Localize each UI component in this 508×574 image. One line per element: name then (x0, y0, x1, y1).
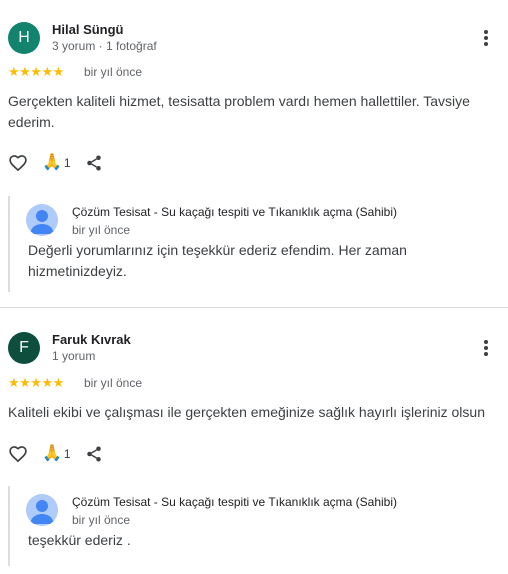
review-text: Gerçekten kaliteli hizmet, tesisatta pro… (8, 93, 470, 130)
share-icon (86, 155, 101, 171)
share-button[interactable] (85, 154, 103, 172)
share-icon (86, 446, 101, 462)
like-button[interactable] (8, 153, 28, 173)
pray-hands-icon: 🙏 (42, 445, 62, 462)
author-meta: 1 yorum (52, 349, 96, 363)
author-meta: 3 yorum · 1 fotoğraf (52, 39, 157, 53)
author-name[interactable]: Faruk Kıvrak (52, 332, 131, 347)
owner-avatar (26, 204, 58, 236)
review-actions: 🙏 1 (8, 151, 103, 175)
person-icon (30, 210, 54, 234)
avatar-letter: H (18, 29, 30, 46)
reply-date: bir yıl önce (72, 223, 131, 237)
avatar[interactable]: H (8, 22, 40, 54)
owner-reply: Çözüm Tesisat - Su kaçağı tespiti ve Tık… (8, 486, 500, 566)
heart-outline-icon (9, 446, 27, 463)
star-rating: ★★★★★ (8, 64, 64, 79)
star-rating: ★★★★★ (8, 375, 64, 390)
like-button[interactable] (8, 444, 28, 464)
thanks-count: 1 (63, 447, 71, 461)
review-date: bir yıl önce (84, 65, 143, 79)
thanks-button[interactable]: 🙏 1 (42, 154, 71, 172)
author-name[interactable]: Hilal Süngü (52, 22, 124, 37)
review-card: H Hilal Süngü 3 yorum · 1 fotoğraf ★★★★★… (0, 0, 508, 307)
review-text: Kaliteli ekibi ve çalışması ile gerçekte… (8, 404, 485, 420)
owner-reply: Çözüm Tesisat - Su kaçağı tespiti ve Tık… (8, 196, 500, 292)
thanks-button[interactable]: 🙏 1 (42, 445, 71, 463)
review-actions: 🙏 1 (8, 442, 103, 466)
person-icon (30, 500, 54, 524)
owner-name: Çözüm Tesisat - Su kaçağı tespiti ve Tık… (72, 205, 398, 219)
reply-text: Değerli yorumlarınız için teşekkür ederi… (28, 242, 407, 279)
owner-avatar (26, 494, 58, 526)
owner-name: Çözüm Tesisat - Su kaçağı tespiti ve Tık… (72, 495, 398, 509)
avatar-letter: F (19, 339, 29, 356)
thanks-count: 1 (63, 156, 71, 170)
reply-date: bir yıl önce (72, 513, 131, 527)
share-button[interactable] (85, 445, 103, 463)
avatar[interactable]: F (8, 332, 40, 364)
more-options-icon[interactable] (478, 28, 494, 48)
review-date: bir yıl önce (84, 376, 143, 390)
more-options-icon[interactable] (478, 338, 494, 358)
pray-hands-icon: 🙏 (42, 154, 62, 171)
review-card: F Faruk Kıvrak 1 yorum ★★★★★ bir yıl önc… (0, 308, 508, 574)
reply-text: teşekkür ederiz . (28, 532, 131, 548)
heart-outline-icon (9, 155, 27, 172)
